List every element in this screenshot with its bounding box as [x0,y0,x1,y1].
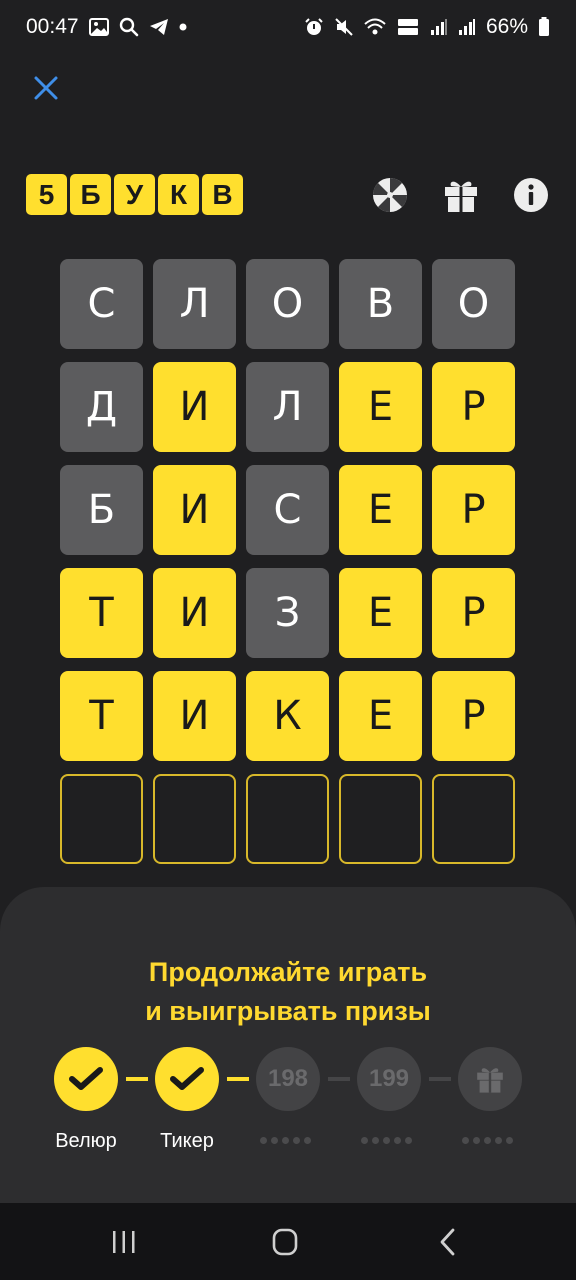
logo-letter: К [158,174,199,215]
battery-percent: 66% [485,15,528,38]
alarm-icon [304,17,324,37]
letter-tile: Е [339,465,422,555]
signal-icon-2 [458,18,476,36]
wheel-button[interactable] [370,175,410,215]
letter-tile: Р [432,362,515,452]
letter-tile: Д [60,362,143,452]
step-number: 199 [368,1065,410,1092]
letter-tile: И [153,465,236,555]
logo-letter: 5 [26,174,67,215]
step-completed [54,1047,118,1111]
battery-icon [538,17,550,37]
letter-tile: Е [339,671,422,761]
letter-tile: Т [60,671,143,761]
letter-tile: И [153,568,236,658]
letter-tile: Б [60,465,143,555]
sheet-title-line-1: Продолжайте играть [148,957,428,987]
recent-apps-icon [113,1231,135,1253]
letter-tile: Л [246,362,329,452]
empty-tile [432,774,515,864]
step-number: 198 [267,1065,309,1092]
sheet-title: Продолжайте играть и выигрывать призы [0,953,576,1031]
sheet-title-line-2: и выигрывать призы [145,996,431,1026]
checkmark-icon [170,1067,204,1090]
close-icon [34,76,58,100]
empty-tile [339,774,422,864]
step-label: Велюр [55,1130,117,1152]
back-button[interactable] [428,1222,468,1262]
step-pending: 198 [256,1047,320,1111]
wifi-icon [364,18,386,36]
letter-tile: Л [153,259,236,349]
letter-tile: Р [432,568,515,658]
gallery-icon [88,18,109,36]
gift-button[interactable] [441,175,481,215]
search-icon [119,17,139,37]
step-dots [462,1137,513,1144]
empty-tile [246,774,329,864]
signal-icon-1 [430,18,448,36]
checkmark-icon [69,1067,103,1090]
close-button[interactable] [28,70,64,106]
info-icon [514,178,548,212]
info-button[interactable] [511,175,551,215]
letter-tile: О [432,259,515,349]
step-connector [227,1077,249,1081]
step-completed [155,1047,219,1111]
logo-letter: У [114,174,155,215]
letter-tile: Р [432,671,515,761]
step-pending: 199 [357,1047,421,1111]
step-label: Тикер [160,1130,214,1152]
telegram-icon [149,18,169,36]
step-prize [458,1047,522,1111]
notification-dot-icon [179,23,187,31]
letter-tile: Т [60,568,143,658]
gift-icon [445,181,477,212]
home-icon [272,1228,298,1256]
letter-tile: Е [339,362,422,452]
letter-tile: И [153,362,236,452]
letter-tile: И [153,671,236,761]
logo-letter: В [202,174,243,215]
letter-tile: О [246,259,329,349]
fortune-wheel-icon [373,178,407,212]
logo-letter: Б [70,174,111,215]
step-dots [260,1137,311,1144]
status-bar: 00:47 66% [0,0,576,54]
letter-tile: Р [432,465,515,555]
empty-tile [153,774,236,864]
step-connector [126,1077,148,1081]
volte-icon [396,17,420,37]
app-logo: 5 Б У К В [26,174,243,215]
back-icon [440,1228,455,1256]
letter-tile: С [246,465,329,555]
status-right: 66% [304,15,550,39]
home-button[interactable] [265,1222,305,1262]
gift-icon [477,1068,503,1093]
letter-tile: К [246,671,329,761]
letter-tile: В [339,259,422,349]
progress-sheet [0,887,576,1203]
empty-tile [60,774,143,864]
recent-apps-button[interactable] [104,1222,144,1262]
step-connector [328,1077,350,1081]
letter-tile: З [246,568,329,658]
letter-tile: Е [339,568,422,658]
mute-icon [334,17,354,37]
letter-tile: С [60,259,143,349]
status-left: 00:47 [26,15,187,39]
step-dots [361,1137,412,1144]
status-time: 00:47 [26,15,79,38]
step-connector [429,1077,451,1081]
